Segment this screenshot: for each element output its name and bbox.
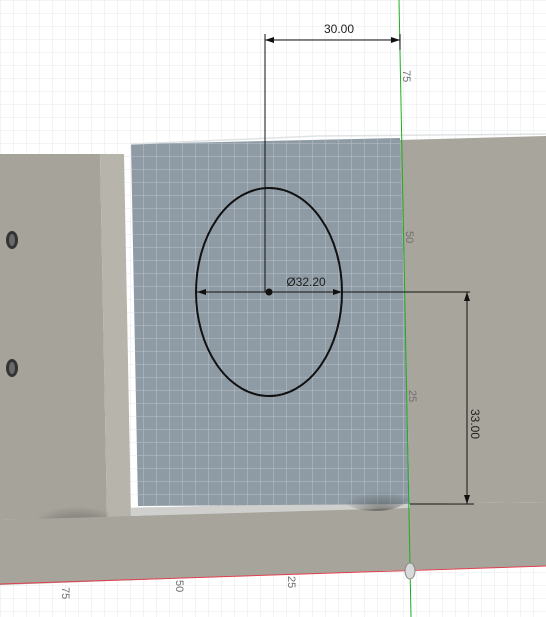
green-axis-label-75: 75 <box>400 70 412 82</box>
dimension-30-text[interactable]: 30.00 <box>324 22 354 36</box>
dimension-33-text[interactable]: 33.00 <box>468 409 482 439</box>
hole-top-inner <box>9 234 15 246</box>
red-axis-label-75: 75 <box>59 587 71 599</box>
red-axis-label-25: 25 <box>285 576 297 588</box>
plane-shadow <box>340 479 410 511</box>
origin-marker[interactable] <box>404 562 416 580</box>
red-axis-label-50: 50 <box>173 580 185 592</box>
dimension-diameter-text[interactable]: Ø32.20 <box>286 275 326 289</box>
right-body-face[interactable] <box>400 136 546 504</box>
cad-viewport[interactable]: 75 50 25 75 50 25 30.00 Ø32.20 33.00 <box>0 0 546 617</box>
left-body-face[interactable] <box>0 154 107 520</box>
sketch-plane-grid <box>131 138 410 506</box>
green-axis-label-50: 50 <box>403 231 415 243</box>
green-axis-label-25: 25 <box>406 390 418 402</box>
hole-bottom-inner <box>9 362 15 374</box>
canvas-svg[interactable]: 75 50 25 75 50 25 30.00 Ø32.20 33.00 <box>0 0 546 617</box>
